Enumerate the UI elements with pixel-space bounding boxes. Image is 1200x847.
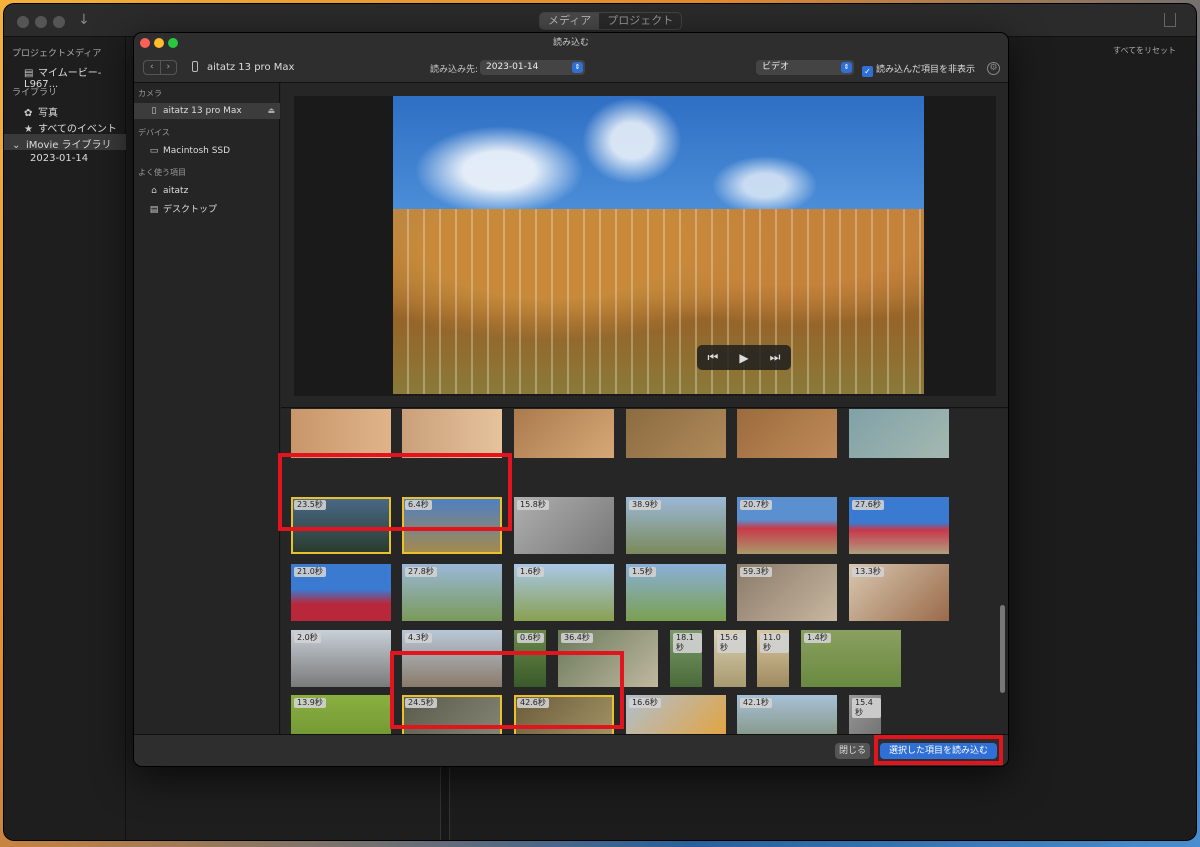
- photos-icon: ✿: [24, 108, 33, 119]
- devices-header: デバイス: [138, 128, 170, 137]
- close-dialog-icon[interactable]: [140, 38, 150, 48]
- clip-thumbnail-selected[interactable]: 6.4秒: [402, 497, 502, 554]
- clip-thumbnail[interactable]: 59.3秒: [737, 564, 837, 621]
- video-scenery: [393, 209, 924, 394]
- clip-thumbnail[interactable]: 13.9秒: [291, 695, 391, 734]
- sidebar-item-all-events[interactable]: ★ すべてのイベント: [24, 120, 117, 135]
- sidebar-item-macintosh-ssd[interactable]: ▭ Macintosh SSD: [148, 146, 230, 156]
- clip-thumbnail[interactable]: 27.8秒: [402, 564, 502, 621]
- clip-thumbnail[interactable]: 38.9秒: [626, 497, 726, 554]
- clip-thumbnail[interactable]: 18.1秒: [670, 630, 702, 687]
- forward-icon[interactable]: ›: [161, 61, 177, 74]
- device-title: aitatz 13 pro Max: [192, 61, 294, 73]
- clip-thumbnail[interactable]: 13.3秒: [849, 564, 949, 621]
- clip-thumbnail[interactable]: 15.4秒: [849, 695, 881, 734]
- clip-thumbnail[interactable]: [402, 409, 502, 458]
- clapper-icon: ▤: [24, 68, 34, 79]
- library-sidebar: プロジェクトメディア ▤ マイムービー-L967... ライブラリ ✿ 写真 ★ すべ…: [4, 37, 126, 840]
- clip-thumbnail[interactable]: [514, 409, 614, 458]
- clip-thumbnail-selected[interactable]: 24.5秒: [402, 695, 502, 734]
- play-icon[interactable]: ▶: [739, 351, 748, 365]
- clip-thumbnail[interactable]: 20.7秒: [737, 497, 837, 554]
- project-media-header: プロジェクトメディア: [12, 49, 102, 59]
- desktop-icon: ▤: [149, 205, 159, 215]
- hide-imported-checkbox[interactable]: ✓ 読み込んだ項目を非表示: [862, 62, 975, 77]
- eject-icon[interactable]: ⏏: [267, 106, 275, 115]
- library-header: ライブラリ: [12, 88, 58, 98]
- tab-projects[interactable]: プロジェクト: [599, 13, 681, 29]
- clip-thumbnail[interactable]: 21.0秒: [291, 564, 391, 621]
- sidebar-item-imovie-library[interactable]: ⌄ iMovie ライブラリ: [12, 136, 112, 151]
- grid-scrollbar[interactable]: [1000, 605, 1005, 693]
- chevron-down-icon: ⌄: [12, 140, 21, 151]
- import-selected-button[interactable]: 選択した項目を読み込む: [880, 743, 997, 759]
- dialog-toolbar: ‹ › aitatz 13 pro Max 読み込み先: 2023-01-14 ⇕…: [134, 53, 1008, 83]
- skip-forward-icon[interactable]: ⏭: [770, 350, 781, 365]
- clip-thumbnail[interactable]: [626, 409, 726, 458]
- clip-thumbnail[interactable]: 2.0秒: [291, 630, 391, 687]
- home-icon: ⌂: [151, 186, 157, 196]
- transport-controls: ⏮ ▶ ⏭: [697, 345, 791, 370]
- filter-popup[interactable]: ビデオ ⇕: [756, 60, 854, 75]
- tab-media[interactable]: メディア: [540, 13, 600, 29]
- dialog-title: 読み込む: [552, 38, 589, 48]
- nav-buttons: ‹ ›: [143, 60, 177, 75]
- clip-grid: 23.5秒 6.4秒 15.8秒 38.9秒 20.7秒 27.6秒 21.0秒…: [281, 409, 1008, 734]
- gear-icon[interactable]: ⚙: [987, 62, 1000, 75]
- clip-thumbnail[interactable]: 36.4秒: [558, 630, 658, 687]
- close-window-icon[interactable]: [17, 16, 29, 28]
- clip-thumbnail-selected[interactable]: 42.6秒: [514, 695, 614, 734]
- dialog-bottom-bar: 閉じる 選択した項目を読み込む: [134, 734, 1008, 766]
- clip-thumbnail[interactable]: 15.8秒: [514, 497, 614, 554]
- dialog-sidebar: カメラ ▯ aitatz 13 pro Max ⏏ デバイス ▭ Macintosh…: [134, 83, 280, 734]
- share-icon[interactable]: [1164, 13, 1176, 27]
- iphone-icon: ▯: [151, 106, 157, 116]
- clip-thumbnail[interactable]: 1.4秒: [801, 630, 901, 687]
- sidebar-item-home[interactable]: ⌂ aitatz: [148, 186, 188, 196]
- favorites-header: よく使う項目: [138, 168, 186, 177]
- clip-thumbnail[interactable]: 1.5秒: [626, 564, 726, 621]
- sidebar-item-desktop[interactable]: ▤ デスクトップ: [148, 202, 217, 215]
- clip-thumbnail[interactable]: 1.6秒: [514, 564, 614, 621]
- preview-frame: ⏮ ▶ ⏭: [294, 96, 996, 396]
- clip-thumbnail[interactable]: 42.1秒: [737, 695, 837, 734]
- destination-popup[interactable]: 2023-01-14 ⇕: [480, 60, 585, 75]
- zoom-window-icon[interactable]: [53, 16, 65, 28]
- camera-header: カメラ: [138, 89, 162, 98]
- iphone-icon: [192, 61, 198, 72]
- back-icon[interactable]: ‹: [144, 61, 161, 74]
- clip-thumbnail[interactable]: [291, 409, 391, 458]
- clip-thumbnail[interactable]: 4.3秒: [402, 630, 502, 687]
- minimize-dialog-icon[interactable]: [154, 38, 164, 48]
- checkmark-icon: ✓: [862, 66, 873, 77]
- clip-thumbnail[interactable]: [849, 409, 949, 458]
- zoom-dialog-icon[interactable]: [168, 38, 178, 48]
- clip-thumbnail[interactable]: 11.0秒: [757, 630, 789, 687]
- chevron-updown-icon: ⇕: [572, 62, 583, 73]
- import-arrow-icon[interactable]: ↓: [78, 12, 90, 28]
- sidebar-item-event-date[interactable]: 2023-01-14: [30, 153, 88, 164]
- import-dialog: 読み込む ‹ › aitatz 13 pro Max 読み込み先: 2023-0…: [134, 33, 1008, 766]
- close-button[interactable]: 閉じる: [835, 743, 870, 759]
- video-preview[interactable]: ⏮ ▶ ⏭: [393, 96, 924, 394]
- reset-all-button[interactable]: すべてをリセット: [1113, 45, 1176, 56]
- dialog-title-bar: 読み込む: [134, 33, 1008, 53]
- clip-thumbnail[interactable]: 27.6秒: [849, 497, 949, 554]
- clip-thumbnail[interactable]: [737, 409, 837, 458]
- chevron-updown-icon: ⇕: [841, 62, 852, 73]
- drive-icon: ▭: [149, 146, 159, 156]
- skip-back-icon[interactable]: ⏮: [708, 350, 719, 365]
- clip-thumbnail[interactable]: 15.6秒: [714, 630, 746, 687]
- destination-label: 読み込み先:: [430, 65, 479, 75]
- clip-thumbnail[interactable]: 16.6秒: [626, 695, 726, 734]
- media-project-switch: メディア プロジェクト: [539, 12, 683, 30]
- clip-thumbnail-selected[interactable]: 23.5秒: [291, 497, 391, 554]
- sidebar-item-photos[interactable]: ✿ 写真: [24, 104, 58, 119]
- sidebar-item-camera[interactable]: ▯ aitatz 13 pro Max: [148, 106, 242, 116]
- clip-thumbnail[interactable]: 0.6秒: [514, 630, 546, 687]
- minimize-window-icon[interactable]: [35, 16, 47, 28]
- preview-area: ⏮ ▶ ⏭: [281, 83, 1008, 408]
